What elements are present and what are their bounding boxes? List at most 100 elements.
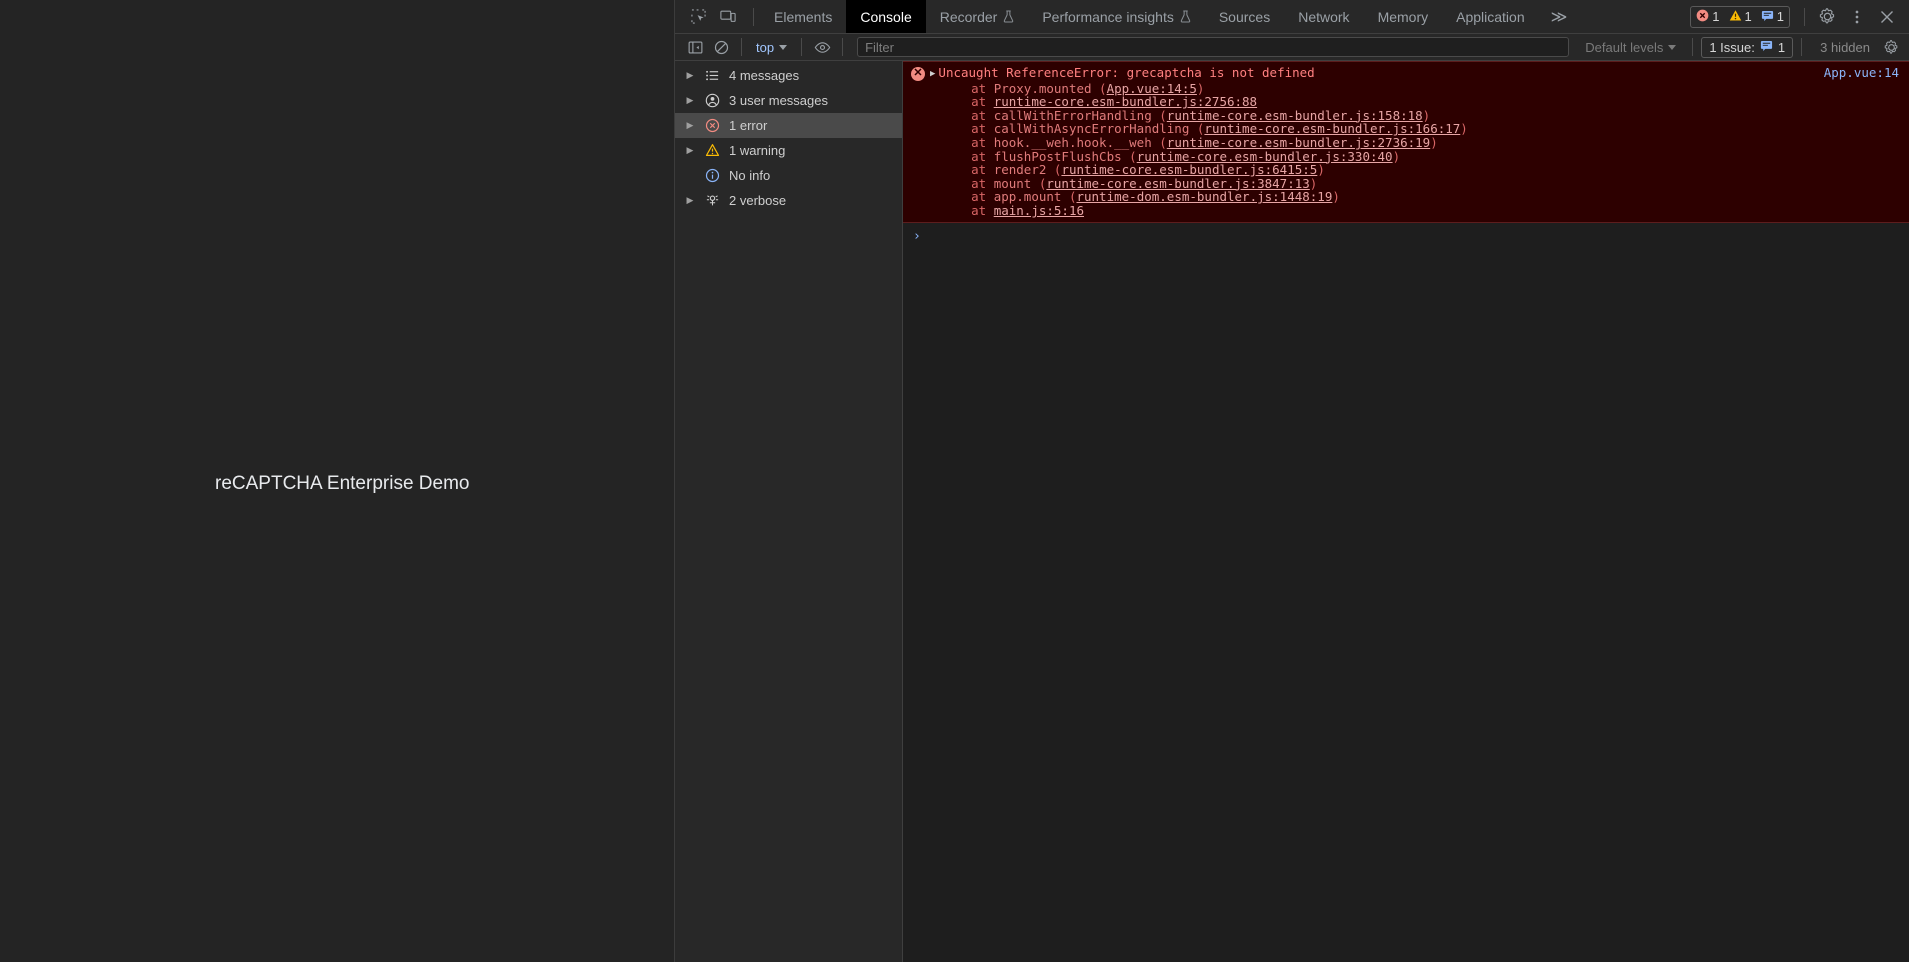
sidebar-item-user-messages[interactable]: ▶ 3 user messages — [675, 88, 902, 113]
sidebar-item-label: 1 error — [729, 118, 768, 133]
verbose-icon — [703, 193, 721, 208]
error-counter[interactable]: 1 — [1696, 9, 1720, 25]
warning-icon — [703, 143, 721, 158]
more-tabs-icon[interactable]: ≫ — [1539, 0, 1580, 33]
expand-arrow-icon[interactable]: ▶ — [685, 145, 695, 156]
issues-label: 1 Issue: — [1709, 39, 1755, 55]
tab-application[interactable]: Application — [1442, 0, 1539, 33]
stack-paren-close: ) — [1430, 134, 1438, 150]
warning-counter[interactable]: 1 — [1729, 9, 1752, 25]
console-message-list: App.vue:14 ✕ ▶ Uncaught ReferenceError: … — [903, 61, 1909, 962]
console-filter-input[interactable] — [857, 37, 1570, 57]
stack-frame: at render2 (runtime-core.esm-bundler.js:… — [941, 163, 1909, 177]
stack-frame: at mount (runtime-core.esm-bundler.js:38… — [941, 176, 1909, 191]
device-toolbar-icon[interactable] — [715, 4, 741, 30]
stack-paren-close: ) — [1392, 148, 1401, 164]
stack-link[interactable]: main.js:5:16 — [994, 203, 1084, 218]
message-count: 1 — [1776, 9, 1784, 24]
expand-arrow-icon[interactable]: ▶ — [685, 70, 695, 81]
stack-prefix: at — [941, 202, 994, 218]
warning-count: 1 — [1744, 9, 1752, 24]
tab-label: Performance insights — [1042, 8, 1174, 25]
inspect-element-icon[interactable] — [685, 4, 711, 30]
console-sidebar-toggle-icon[interactable] — [683, 36, 707, 58]
console-toolbar-divider-5 — [1801, 38, 1803, 56]
sidebar-item-label: 2 verbose — [729, 193, 787, 208]
tab-label: Elements — [774, 8, 833, 25]
expand-arrow-icon[interactable]: ▶ — [685, 195, 695, 206]
tab-recorder[interactable]: Recorder — [926, 0, 1029, 33]
close-icon[interactable] — [1873, 4, 1901, 30]
web-page-viewport: reCAPTCHA Enterprise Demo — [0, 0, 674, 962]
stack-frame: at runtime-core.esm-bundler.js:2756:88 — [941, 95, 1909, 109]
tab-label: Network — [1298, 8, 1350, 25]
sidebar-item-label: 3 user messages — [729, 93, 828, 108]
stack-frame: at callWithErrorHandling (runtime-core.e… — [941, 108, 1909, 123]
list-icon — [703, 68, 721, 83]
sidebar-item-label: No info — [729, 168, 771, 183]
execution-context-selector[interactable]: top — [750, 37, 793, 58]
issues-message-icon — [1760, 39, 1773, 55]
tab-memory[interactable]: Memory — [1364, 0, 1443, 33]
more-options-icon[interactable] — [1843, 4, 1871, 30]
sidebar-item-label: 4 messages — [729, 68, 800, 83]
stack-paren-close: ) — [1332, 189, 1340, 205]
chevron-down-icon — [779, 44, 788, 50]
console-settings-gear-icon[interactable] — [1879, 36, 1903, 58]
tab-label: Recorder — [939, 8, 998, 25]
error-icon — [1696, 9, 1709, 25]
expand-arrow-icon[interactable]: ▶ — [685, 95, 695, 106]
execution-context-label: top — [756, 39, 775, 55]
tab-sources[interactable]: Sources — [1205, 0, 1284, 33]
console-prompt[interactable]: › — [903, 223, 1909, 244]
console-toolbar-divider-3 — [842, 38, 844, 56]
error-source-link[interactable]: App.vue:14 — [1824, 66, 1899, 80]
issues-button[interactable]: 1 Issue: 1 — [1701, 36, 1794, 58]
user-icon — [703, 93, 721, 108]
tab-label: Console — [860, 8, 912, 25]
console-toolbar-divider-4 — [1692, 38, 1694, 56]
error-icon — [703, 118, 721, 133]
hidden-messages-label: 3 hidden — [1820, 39, 1870, 55]
live-expression-eye-icon[interactable] — [810, 36, 834, 58]
tab-network[interactable]: Network — [1284, 0, 1363, 33]
info-icon — [703, 168, 721, 183]
sidebar-item-info[interactable]: ▶ No info — [675, 163, 902, 188]
tab-elements[interactable]: Elements — [760, 0, 846, 33]
sidebar-item-errors[interactable]: ▶ 1 error — [675, 113, 902, 138]
expand-arrow-icon[interactable]: ▶ — [930, 68, 935, 82]
tab-performance-insights[interactable]: Performance insights — [1028, 0, 1205, 33]
issues-count: 1 — [1777, 39, 1786, 55]
sidebar-item-label: 1 warning — [729, 143, 786, 158]
console-body: ▶ 4 messages ▶ 3 user messages ▶ 1 error… — [675, 61, 1909, 962]
message-counter[interactable]: 1 — [1761, 9, 1784, 25]
stack-frame: at app.mount (runtime-dom.esm-bundler.js… — [941, 190, 1909, 204]
console-error-message[interactable]: App.vue:14 ✕ ▶ Uncaught ReferenceError: … — [903, 61, 1909, 223]
sidebar-item-verbose[interactable]: ▶ 2 verbose — [675, 188, 902, 213]
tab-label: Memory — [1377, 8, 1429, 25]
error-count: 1 — [1712, 9, 1720, 24]
stack-frame: at main.js:5:16 — [941, 204, 1909, 218]
log-levels-selector[interactable]: Default levels — [1577, 37, 1684, 58]
stack-link[interactable]: runtime-dom.esm-bundler.js:1448:19 — [1076, 189, 1332, 204]
expand-arrow-icon[interactable]: ▶ — [685, 120, 695, 131]
gear-icon[interactable] — [1813, 4, 1841, 30]
stack-frame: at flushPostFlushCbs (runtime-core.esm-b… — [941, 148, 1909, 164]
message-icon — [1761, 9, 1774, 25]
tab-console[interactable]: Console — [846, 0, 926, 33]
flask-icon — [1180, 10, 1191, 23]
error-icon: ✕ — [911, 67, 925, 81]
issue-counters[interactable]: 1 1 1 — [1690, 5, 1790, 28]
flask-icon — [1003, 10, 1014, 23]
stack-paren-close: ) — [1460, 121, 1468, 137]
sidebar-item-messages[interactable]: ▶ 4 messages — [675, 63, 902, 88]
console-sidebar: ▶ 4 messages ▶ 3 user messages ▶ 1 error… — [675, 61, 903, 962]
tabstrip-divider — [753, 7, 754, 26]
stack-frame: at callWithAsyncErrorHandling (runtime-c… — [941, 122, 1909, 136]
clear-console-icon[interactable] — [709, 36, 733, 58]
console-toolbar-divider-2 — [801, 38, 803, 56]
error-message-header: ✕ ▶ Uncaught ReferenceError: grecaptcha … — [903, 66, 1909, 82]
console-toolbar-divider — [741, 38, 742, 56]
sidebar-item-warnings[interactable]: ▶ 1 warning — [675, 138, 902, 163]
stack-frame: at hook.__weh.hook.__weh (runtime-core.e… — [941, 136, 1909, 150]
